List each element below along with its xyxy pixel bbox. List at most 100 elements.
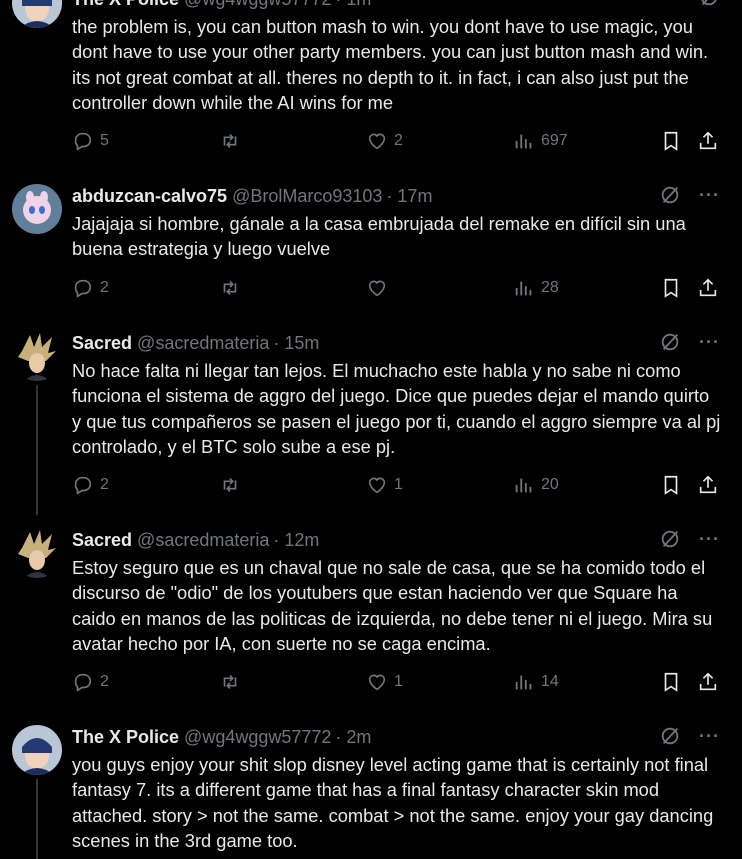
tweet[interactable]: Sacred @sacredmateria · 12m ··· Estoy se…: [0, 528, 742, 708]
avatar[interactable]: [12, 725, 62, 775]
share-button[interactable]: [697, 474, 719, 496]
retweet-icon: [223, 674, 237, 690]
bookmark-button[interactable]: [660, 277, 682, 299]
retweet-icon: [223, 280, 237, 296]
share-icon: [699, 672, 717, 691]
grok-icon[interactable]: [659, 184, 681, 206]
tweet-text: the problem is, you can button mash to w…: [72, 16, 709, 113]
reply-icon: [74, 132, 92, 151]
views-button[interactable]: 20: [513, 474, 559, 496]
views-icon: [515, 134, 532, 149]
like-button[interactable]: [366, 277, 388, 299]
reply-button[interactable]: 5: [72, 130, 109, 152]
views-button[interactable]: 28: [513, 277, 559, 299]
retweet-button[interactable]: [219, 474, 241, 496]
more-icon[interactable]: ···: [699, 185, 720, 206]
grok-icon[interactable]: [659, 528, 681, 550]
reply-icon: [74, 279, 92, 298]
bookmark-icon: [664, 672, 678, 692]
like-button[interactable]: 1: [366, 671, 403, 693]
user-handle[interactable]: @sacredmateria: [137, 333, 269, 354]
grok-icon[interactable]: [659, 725, 681, 747]
thread-line: [36, 779, 38, 859]
bookmark-button[interactable]: [660, 671, 682, 693]
view-count: 28: [541, 279, 559, 296]
user-handle[interactable]: @BrolMarco93103: [232, 186, 382, 207]
like-button[interactable]: 2: [366, 130, 403, 152]
reply-count: 2: [100, 279, 109, 296]
retweet-button[interactable]: [219, 130, 241, 152]
display-name[interactable]: The X Police: [72, 0, 179, 10]
timestamp[interactable]: · 12m: [273, 530, 319, 551]
like-count: 2: [394, 132, 403, 149]
reply-count: 5: [100, 132, 109, 149]
tweet-header: abduzcan-calvo75 @BrolMarco93103 · 17m: [72, 185, 432, 207]
avatar[interactable]: [12, 0, 62, 28]
reply-button[interactable]: 2: [72, 277, 109, 299]
share-button[interactable]: [697, 277, 719, 299]
tweet-text: Estoy seguro que es un chaval que no sal…: [72, 557, 713, 654]
reply-count: 2: [100, 476, 109, 493]
tweet-actions: 2 1 14: [72, 671, 732, 695]
views-button[interactable]: 697: [513, 130, 568, 152]
tweet-header: The X Police @wg4wggw57772 · 2m: [72, 726, 371, 748]
share-button[interactable]: [697, 671, 719, 693]
more-icon[interactable]: ···: [699, 529, 720, 550]
view-count: 20: [541, 476, 559, 493]
share-button[interactable]: [697, 130, 719, 152]
user-handle[interactable]: @wg4wggw57772: [184, 0, 331, 10]
reply-button[interactable]: 2: [72, 671, 109, 693]
like-count: 1: [394, 476, 403, 493]
views-icon: [515, 478, 532, 493]
tweet[interactable]: The X Police @wg4wggw57772 · 2m ··· you …: [0, 725, 742, 859]
share-icon: [699, 278, 717, 297]
retweet-button[interactable]: [219, 277, 241, 299]
views-button[interactable]: 14: [513, 671, 559, 693]
heart-icon: [368, 674, 386, 691]
tweet-text: No hace falta ni llegar tan lejos. El mu…: [72, 360, 721, 457]
avatar[interactable]: [12, 184, 62, 234]
reply-icon: [74, 673, 92, 692]
more-icon[interactable]: ···: [699, 332, 720, 353]
display-name[interactable]: Sacred: [72, 530, 132, 551]
share-icon: [699, 131, 717, 150]
user-handle[interactable]: @wg4wggw57772: [184, 727, 331, 748]
heart-icon: [368, 477, 386, 494]
more-icon[interactable]: ···: [699, 726, 720, 747]
tweet-text: you guys enjoy your shit slop disney lev…: [72, 754, 714, 851]
like-button[interactable]: 1: [366, 474, 403, 496]
timestamp[interactable]: · 1m: [335, 0, 371, 10]
avatar[interactable]: [12, 331, 62, 381]
timestamp[interactable]: · 2m: [335, 727, 371, 748]
tweet[interactable]: abduzcan-calvo75 @BrolMarco93103 · 17m ·…: [0, 184, 742, 314]
tweet[interactable]: The X Police @wg4wggw57772 · 1m the prob…: [0, 0, 742, 170]
timestamp[interactable]: · 17m: [386, 186, 432, 207]
tweet-text: Jajajaja si hombre, gánale a la casa emb…: [72, 213, 686, 260]
tweet[interactable]: Sacred @sacredmateria · 15m ··· No hace …: [0, 331, 742, 515]
bookmark-button[interactable]: [660, 474, 682, 496]
avatar[interactable]: [12, 528, 62, 578]
thread-line: [36, 385, 38, 515]
tweet-actions: 5 2 697: [72, 130, 732, 154]
display-name[interactable]: abduzcan-calvo75: [72, 186, 227, 207]
display-name[interactable]: The X Police: [72, 727, 179, 748]
bookmark-icon: [664, 475, 678, 495]
view-count: 697: [541, 132, 568, 149]
like-count: 1: [394, 673, 403, 690]
grok-icon[interactable]: [698, 0, 720, 8]
grok-icon[interactable]: [659, 331, 681, 353]
retweet-icon: [223, 133, 237, 149]
reply-button[interactable]: 2: [72, 474, 109, 496]
tweet-header: Sacred @sacredmateria · 15m: [72, 332, 319, 354]
bookmark-button[interactable]: [660, 130, 682, 152]
share-icon: [699, 475, 717, 494]
retweet-icon: [223, 477, 237, 493]
user-handle[interactable]: @sacredmateria: [137, 530, 269, 551]
timestamp[interactable]: · 15m: [273, 333, 319, 354]
display-name[interactable]: Sacred: [72, 333, 132, 354]
bookmark-icon: [664, 131, 678, 151]
tweet-actions: 2 1 20: [72, 474, 732, 498]
retweet-button[interactable]: [219, 671, 241, 693]
views-icon: [515, 675, 532, 690]
views-icon: [515, 281, 532, 296]
